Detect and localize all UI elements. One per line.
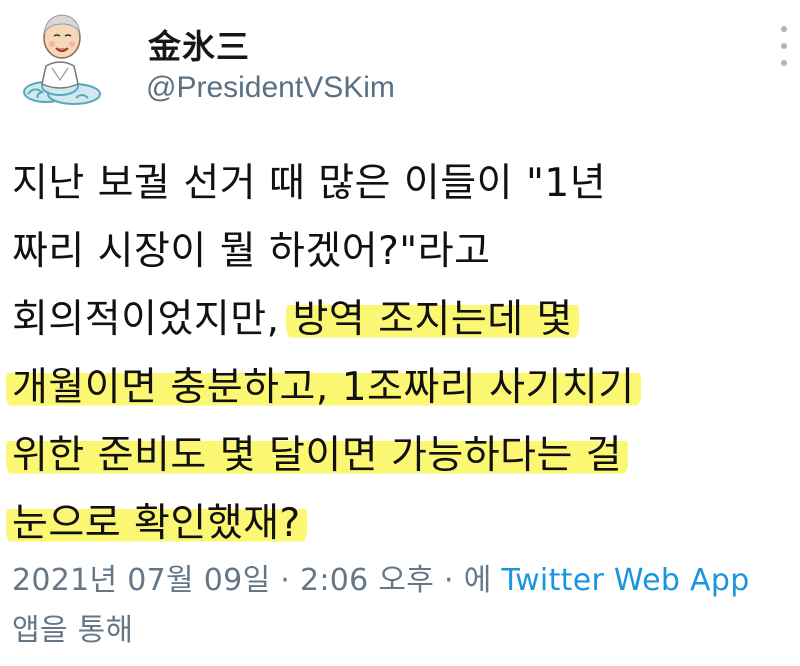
highlighted-text: 눈으로 확인했재? xyxy=(6,501,307,546)
tweet-line: 위한 준비도 몇 달이면 가능하다는 걸 xyxy=(6,422,792,490)
highlighted-text: 개월이면 충분하고, 1조짜리 사기치기 xyxy=(6,365,641,410)
more-dot xyxy=(781,43,787,49)
tweet-meta: 2021년 07월 09일 · 2:06 오후 · 에 Twitter Web … xyxy=(12,556,800,656)
more-dot xyxy=(781,26,787,32)
tweet-line-text: 지난 보궐 선거 때 많은 이들이 "1년 xyxy=(12,161,607,206)
highlighted-text: 위한 준비도 몇 달이면 가능하다는 걸 xyxy=(6,433,629,478)
avatar[interactable] xyxy=(16,8,106,108)
meta-suffix: 앱을 통해 xyxy=(12,613,134,648)
tweet-line: 지난 보궐 선거 때 많은 이들이 "1년 xyxy=(12,150,792,218)
source-link[interactable]: Twitter Web App xyxy=(501,563,749,598)
tweet-line: 짜리 시장이 뭘 하겠어?"라고 xyxy=(12,218,792,286)
tweet-line: 개월이면 충분하고, 1조짜리 사기치기 xyxy=(6,354,792,422)
tweet-text: 지난 보궐 선거 때 많은 이들이 "1년 짜리 시장이 뭘 하겠어?"라고 회… xyxy=(6,150,792,558)
more-vertical-icon[interactable] xyxy=(776,26,792,66)
meta-line: 2021년 07월 09일 · 2:06 오후 · 에 Twitter Web … xyxy=(12,556,800,606)
cartoon-old-man-on-cloud-icon xyxy=(23,14,101,105)
tweet-line-text: 회의적이었지만, xyxy=(12,297,293,342)
more-dot xyxy=(781,60,787,66)
tweet-card: 金氷三 @PresidentVSKim 지난 보궐 선거 때 많은 이들이 "1… xyxy=(0,0,800,666)
display-name[interactable]: 金氷三 xyxy=(148,20,250,68)
user-handle[interactable]: @PresidentVSKim xyxy=(146,71,395,105)
highlighted-text: 방역 조지는데 몇 xyxy=(286,297,579,342)
tweet-line: 눈으로 확인했재? xyxy=(6,490,792,558)
tweet-line: 회의적이었지만, 방역 조지는데 몇 xyxy=(12,286,792,354)
tweet-line-text: 짜리 시장이 뭘 하겠어?"라고 xyxy=(12,229,491,274)
timestamp[interactable]: 2021년 07월 09일 · 2:06 오후 · 에 xyxy=(12,563,501,598)
